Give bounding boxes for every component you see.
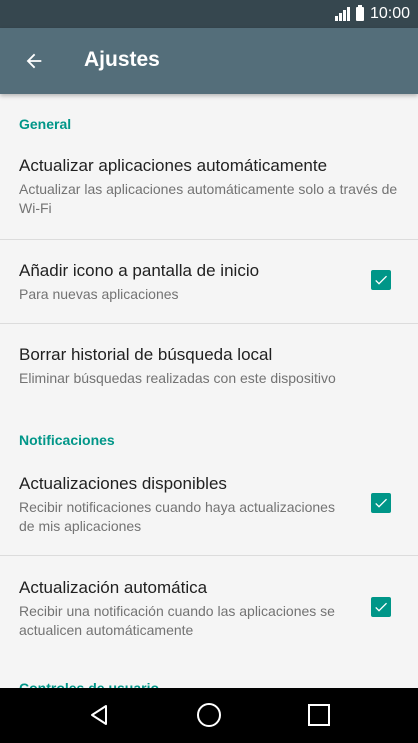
setting-subtitle: Recibir una notificación cuando las apli…: [19, 603, 335, 638]
check-icon: [375, 498, 387, 508]
setting-title: Actualización automática: [19, 578, 208, 597]
nav-recents-button[interactable]: [304, 700, 334, 730]
status-icons: 10:00: [334, 4, 410, 24]
arrow-left-icon: [26, 53, 42, 69]
settings-list: General Actualizar aplicaciones automáti…: [0, 94, 418, 688]
setting-title: Añadir icono a pantalla de inicio: [19, 261, 260, 280]
signal-icon: [334, 7, 350, 21]
back-button[interactable]: [18, 45, 50, 77]
status-bar: 10:00: [0, 0, 418, 28]
app-bar: Ajustes: [0, 28, 418, 94]
setting-subtitle: Eliminar búsquedas realizadas con este d…: [19, 370, 336, 386]
section-header-general: General: [19, 116, 72, 132]
section-header-notifications: Notificaciones: [19, 432, 115, 448]
checkbox-add-home-icon[interactable]: [371, 270, 391, 290]
checkbox-auto-update-notification[interactable]: [371, 597, 391, 617]
setting-title: Borrar historial de búsqueda local: [19, 345, 273, 364]
setting-auto-update-notification[interactable]: Actualización automática Recibir una not…: [0, 556, 418, 656]
recents-square-icon: [308, 704, 330, 726]
check-icon: [375, 602, 387, 612]
nav-home-button[interactable]: [194, 700, 224, 730]
setting-subtitle: Para nuevas aplicaciones: [19, 286, 179, 302]
setting-subtitle: Actualizar las aplicaciones automáticame…: [19, 181, 398, 216]
setting-subtitle: Recibir notificaciones cuando haya actua…: [19, 499, 335, 534]
nav-back-button[interactable]: [84, 700, 114, 730]
setting-title: Actualizaciones disponibles: [19, 474, 227, 493]
home-circle-icon: [197, 703, 221, 727]
back-triangle-icon: [91, 705, 107, 725]
checkbox-available-updates[interactable]: [371, 493, 391, 513]
navigation-bar: [0, 688, 418, 743]
section-header-user-controls: Controles de usuario: [19, 680, 160, 688]
status-time: 10:00: [369, 5, 410, 22]
setting-auto-update-apps[interactable]: Actualizar aplicaciones automáticamente …: [0, 142, 418, 238]
battery-icon: [355, 5, 364, 21]
check-icon: [375, 275, 387, 285]
setting-available-updates[interactable]: Actualizaciones disponibles Recibir noti…: [0, 456, 418, 554]
setting-clear-search-history[interactable]: Borrar historial de búsqueda local Elimi…: [0, 324, 418, 399]
setting-add-home-icon[interactable]: Añadir icono a pantalla de inicio Para n…: [0, 240, 418, 323]
page-title: Ajustes: [84, 48, 160, 71]
setting-title: Actualizar aplicaciones automáticamente: [19, 156, 328, 175]
